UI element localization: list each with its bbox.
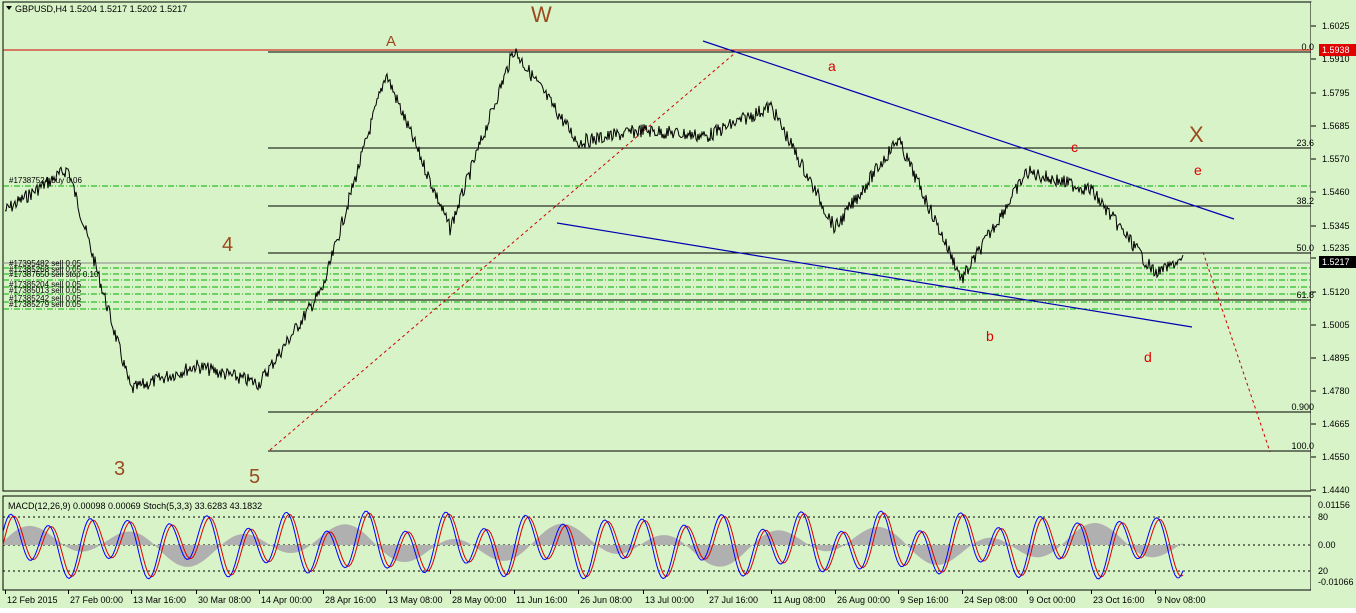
wave-label-3: 3 [114,458,125,480]
time-axis: 12 Feb 2015 27 Feb 00:00 13 Mar 16:00 30 Ma… [5,590,1206,605]
price-tick: 1.4895 [1322,353,1350,363]
wave-label-4: 4 [222,234,233,256]
time-label: 9 Sep 16:00 [900,595,949,605]
wave-label-a: a [828,58,836,74]
time-label: 26 Aug 00:00 [837,595,890,605]
price-tick: 1.6025 [1322,21,1350,31]
time-label: 13 May 08:00 [388,595,443,605]
chart-window[interactable]: 0.0 23.6 38.2 50.0 61.8 0.900 100.0 #173… [0,0,1356,608]
price-tick: 1.5235 [1322,243,1350,253]
resistance-price-badge: 1.5938 [1319,44,1356,56]
order-label: #17385279 sell 0.05 [9,300,82,309]
wave-label-X: X [1189,122,1204,147]
price-tick: 1.4780 [1322,386,1350,396]
resistance-badge-text: 1.5938 [1322,45,1350,55]
indicator-tick: 80 [1318,512,1328,522]
price-tick: 1.5570 [1322,154,1350,164]
time-label: 12 Feb 2015 [7,595,58,605]
fib-label: 100.0 [1291,441,1314,451]
indicator-header: MACD(12,26,9) 0.00098 0.00069 Stoch(5,3,… [8,501,262,511]
price-tick: 1.5795 [1322,88,1350,98]
wave-label-W: W [531,2,552,27]
fib-label: 50.0 [1296,243,1314,253]
current-price-badge: 1.5217 [1319,256,1356,268]
fib-label: 38.2 [1296,196,1314,206]
current-badge-text: 1.5217 [1322,257,1350,267]
price-tick: 1.4440 [1322,485,1350,495]
order-label: #17387650 sell stop 0.10 [9,270,99,279]
time-label: 13 Jul 00:00 [645,595,694,605]
price-tick: 1.4550 [1322,452,1350,462]
symbol-header-text: GBPUSD,H4 1.5204 1.5217 1.5202 1.5217 [15,4,187,14]
time-label: 11 Jun 16:00 [516,595,567,605]
wave-label-c: c [1071,139,1078,155]
time-label: 11 Aug 08:00 [773,595,825,605]
time-label: 14 Apr 00:00 [261,595,312,605]
price-tick: 1.4665 [1322,419,1350,429]
fib-label: 0.900 [1291,402,1314,412]
indicator-tick: 0.00 [1318,540,1336,550]
time-label: 24 Sep 08:00 [964,595,1018,605]
time-label: 13 Mar 16:00 [133,595,186,605]
price-chart[interactable]: 0.0 23.6 38.2 50.0 61.8 0.900 100.0 #173… [0,0,1356,608]
time-label: 27 Feb 00:00 [70,595,123,605]
symbol-header: GBPUSD,H4 1.5204 1.5217 1.5202 1.5217 [6,4,187,14]
price-tick: 1.5460 [1322,187,1350,197]
time-label: 27 Jul 16:00 [709,595,758,605]
main-panel [2,1,1312,492]
indicator-tick: -0.01066 [1318,577,1354,587]
time-label: 9 Nov 08:00 [1157,595,1206,605]
wave-label-e: e [1194,162,1202,178]
wave-label-5: 5 [249,466,260,488]
price-tick: 1.5120 [1322,287,1350,297]
indicator-tick: 0.01156 [1318,500,1350,510]
price-tick: 1.5685 [1322,121,1350,131]
wave-label-A: A [386,33,396,50]
time-label: 9 Oct 00:00 [1029,595,1076,605]
fib-label: 23.6 [1296,138,1314,148]
price-tick: 1.5345 [1322,221,1350,231]
time-label: 28 May 00:00 [452,595,507,605]
indicator-tick: 20 [1318,566,1328,576]
price-tick: 1.5005 [1322,320,1350,330]
wave-label-b: b [986,328,994,344]
wave-label-d: d [1144,349,1152,365]
time-label: 28 Apr 16:00 [325,595,376,605]
time-label: 23 Oct 16:00 [1093,595,1145,605]
time-label: 26 Jun 08:00 [580,595,632,605]
time-label: 30 Mar 08:00 [198,595,251,605]
